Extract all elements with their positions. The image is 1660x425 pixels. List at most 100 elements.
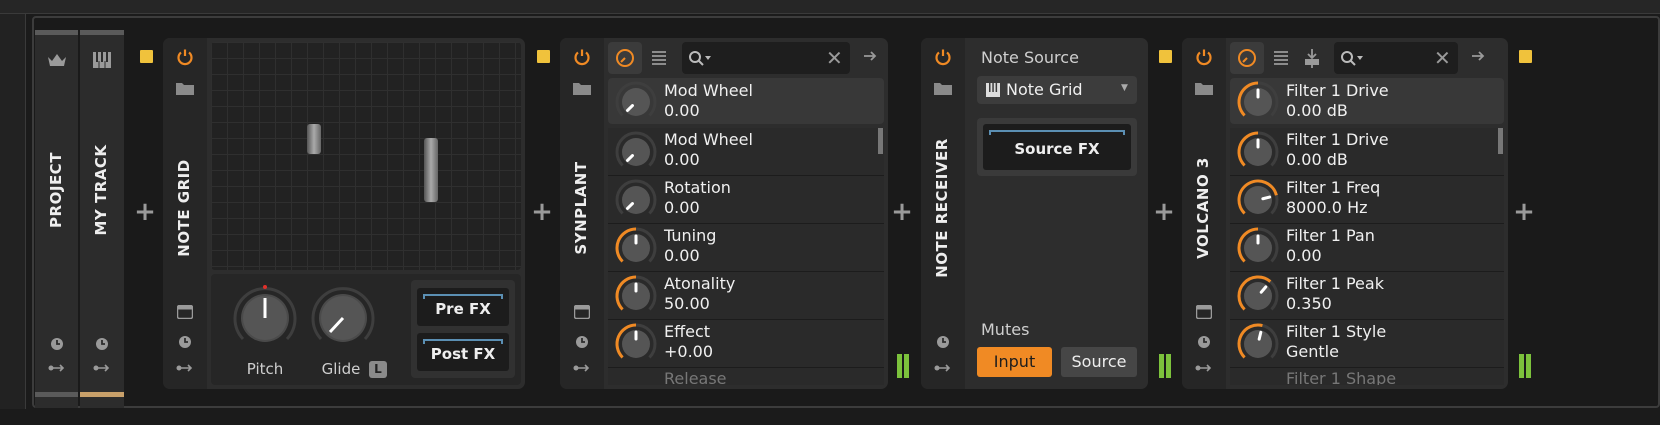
pinned-param[interactable]: Filter 1 Drive 0.00 dB xyxy=(1230,78,1504,124)
expand-arrow-icon[interactable] xyxy=(862,48,880,66)
add-device-button[interactable]: + xyxy=(890,199,914,225)
param-row[interactable]: Filter 1 Shape xyxy=(1230,368,1504,385)
project-column[interactable]: PROJECT xyxy=(35,30,78,408)
source-fx-label: Source FX xyxy=(1014,140,1100,158)
track-column[interactable]: MY TRACK xyxy=(80,30,124,408)
param-row[interactable]: Rotation 0.00 xyxy=(608,176,884,224)
mute-input-button[interactable]: Input xyxy=(977,347,1052,377)
clock-icon[interactable] xyxy=(92,334,112,354)
pitch-knob[interactable] xyxy=(231,284,299,352)
level-meter xyxy=(904,354,909,378)
note-source-dropdown[interactable]: Note Grid ▼ xyxy=(977,76,1137,104)
glide-knob[interactable] xyxy=(309,284,377,352)
add-device-button[interactable]: + xyxy=(133,199,157,225)
mute-source-button[interactable]: Source xyxy=(1061,347,1137,377)
param-knob[interactable] xyxy=(614,274,658,318)
device-toolbar: ✕ xyxy=(1230,42,1504,74)
param-knob[interactable] xyxy=(614,130,658,174)
clock-icon[interactable] xyxy=(572,332,592,352)
power-icon[interactable] xyxy=(174,46,196,68)
param-name: Filter 1 Drive xyxy=(1286,130,1389,149)
param-value: 50.00 xyxy=(664,294,710,313)
post-fx-button[interactable]: Post FX xyxy=(417,333,509,371)
volcano-title: VOLCANO 3 xyxy=(1194,157,1212,259)
param-row[interactable]: Effect +0.00 xyxy=(608,320,884,368)
param-knob[interactable] xyxy=(614,178,658,222)
pinned-param[interactable]: Mod Wheel 0.00 xyxy=(608,78,884,124)
clock-icon[interactable] xyxy=(175,332,195,352)
param-knob[interactable] xyxy=(1236,130,1280,174)
param-knob[interactable] xyxy=(1236,178,1280,222)
parameter-search[interactable]: ✕ xyxy=(1334,42,1458,74)
folder-icon[interactable] xyxy=(932,78,954,98)
folder-icon[interactable] xyxy=(174,78,196,98)
param-row[interactable]: Mod Wheel 0.00 xyxy=(608,128,884,176)
modulator-indicator[interactable] xyxy=(1159,50,1172,63)
parameter-search[interactable]: ✕ xyxy=(682,42,850,74)
routing-icon[interactable] xyxy=(570,360,594,376)
note-grid-canvas[interactable] xyxy=(211,42,521,270)
param-row[interactable]: Filter 1 Peak 0.350 xyxy=(1230,272,1504,320)
param-value: 0.00 xyxy=(664,198,700,217)
list-icon[interactable] xyxy=(650,50,668,66)
clock-icon[interactable] xyxy=(1194,332,1214,352)
project-top-stripe xyxy=(35,30,78,35)
piano-keys-icon xyxy=(986,83,1000,97)
power-icon[interactable] xyxy=(1193,46,1215,68)
window-icon[interactable] xyxy=(1195,304,1213,320)
clock-icon[interactable] xyxy=(933,332,953,352)
power-icon[interactable] xyxy=(571,46,593,68)
project-bottom-stripe xyxy=(35,392,78,397)
param-knob[interactable] xyxy=(614,226,658,270)
scrollbar[interactable] xyxy=(878,128,883,154)
param-knob[interactable] xyxy=(1236,80,1280,124)
modulator-indicator[interactable] xyxy=(1519,50,1532,63)
add-device-button[interactable]: + xyxy=(530,199,554,225)
power-icon[interactable] xyxy=(932,46,954,68)
level-meter xyxy=(1519,354,1524,378)
param-knob[interactable] xyxy=(614,80,658,124)
param-knob[interactable] xyxy=(614,322,658,366)
window-icon[interactable] xyxy=(573,304,591,320)
routing-icon[interactable] xyxy=(173,360,197,376)
clear-search-icon[interactable]: ✕ xyxy=(826,46,843,70)
plugin-io-icon[interactable] xyxy=(1302,48,1322,68)
modulator-indicator[interactable] xyxy=(140,50,153,63)
synplant-title: SYNPLANT xyxy=(572,161,590,255)
add-device-button[interactable]: + xyxy=(1152,199,1176,225)
param-row[interactable]: Filter 1 Pan 0.00 xyxy=(1230,224,1504,272)
param-name: Filter 1 Pan xyxy=(1286,226,1375,245)
grid-module-b[interactable] xyxy=(424,138,438,202)
remote-controls-tab[interactable] xyxy=(1230,42,1264,74)
param-row[interactable]: Filter 1 Style Gentle xyxy=(1230,320,1504,368)
routing-icon[interactable] xyxy=(1192,360,1216,376)
grid-module-a[interactable] xyxy=(307,124,321,154)
pre-fx-button[interactable]: Pre FX xyxy=(417,288,509,326)
param-row[interactable]: Atonality 50.00 xyxy=(608,272,884,320)
clock-icon[interactable] xyxy=(47,334,67,354)
param-knob[interactable] xyxy=(1236,274,1280,318)
clear-search-icon[interactable]: ✕ xyxy=(1434,46,1451,70)
source-fx-button[interactable]: Source FX xyxy=(983,124,1131,170)
param-row[interactable]: Release xyxy=(608,368,884,385)
note-source-label: Note Source xyxy=(981,48,1079,67)
routing-icon[interactable] xyxy=(90,360,114,376)
scrollbar[interactable] xyxy=(1498,128,1503,154)
add-device-button[interactable]: + xyxy=(1512,199,1536,225)
param-knob[interactable] xyxy=(1236,226,1280,270)
modulator-indicator[interactable] xyxy=(537,50,550,63)
folder-icon[interactable] xyxy=(571,78,593,98)
param-row[interactable]: Tuning 0.00 xyxy=(608,224,884,272)
routing-icon[interactable] xyxy=(45,360,69,376)
expand-arrow-icon[interactable] xyxy=(1470,48,1488,66)
folder-icon[interactable] xyxy=(1193,78,1215,98)
window-icon[interactable] xyxy=(176,304,194,320)
param-row[interactable]: Filter 1 Drive 0.00 dB xyxy=(1230,128,1504,176)
param-knob[interactable] xyxy=(1236,322,1280,366)
param-row[interactable]: Filter 1 Freq 8000.0 Hz xyxy=(1230,176,1504,224)
remote-controls-tab[interactable] xyxy=(608,42,642,74)
param-value: 8000.0 Hz xyxy=(1286,198,1368,217)
glide-mode-badge[interactable]: L xyxy=(369,361,387,378)
routing-icon[interactable] xyxy=(931,360,955,376)
list-icon[interactable] xyxy=(1272,50,1290,66)
